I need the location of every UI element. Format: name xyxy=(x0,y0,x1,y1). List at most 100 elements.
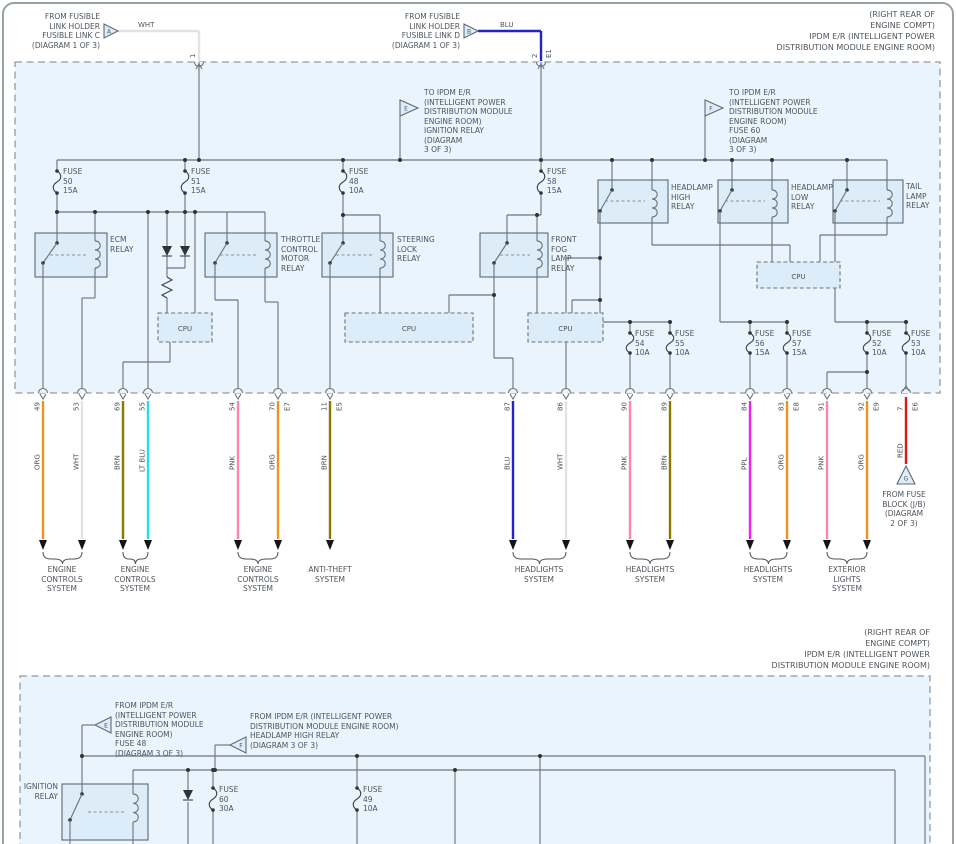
wire-color-label-wht: WHT xyxy=(138,21,155,29)
triangle-letter-f: F xyxy=(709,106,713,113)
pin-1-label: 1 xyxy=(189,54,197,58)
wire-color-label-blu: BLU xyxy=(500,21,513,29)
ref-ignition-label: TO IPDM E/R (INTELLIGENT POWER DISTRIBUT… xyxy=(424,88,513,154)
svg-text:WHT: WHT xyxy=(557,453,565,470)
relay-tail-label: TAIL LAMP RELAY xyxy=(906,182,930,210)
svg-text:BLU: BLU xyxy=(504,457,512,470)
system-label-5: HEADLIGHTS SYSTEM xyxy=(514,565,564,584)
triangle-letter-e2: E xyxy=(104,723,108,730)
connector-exits xyxy=(37,384,912,565)
fuse-56-label: FUSE 56 15A xyxy=(755,329,775,357)
svg-text:E8: E8 xyxy=(793,402,801,411)
fuse-50-label: FUSE 50 15A xyxy=(63,167,83,195)
cpu-label-3: CPU xyxy=(558,325,572,333)
fuse-55-label: FUSE 55 10A xyxy=(675,329,695,357)
svg-text:7: 7 xyxy=(897,407,905,411)
svg-text:89: 89 xyxy=(661,402,669,411)
fuse-51-label: FUSE 51 15A xyxy=(191,167,211,195)
fuse-57-label: FUSE 57 15A xyxy=(792,329,812,357)
svg-text:54: 54 xyxy=(229,402,237,411)
svg-text:RED: RED xyxy=(897,443,905,458)
system-label-4: ANTI-THEFT SYSTEM xyxy=(308,565,352,584)
relay-headlamp-high xyxy=(597,179,669,224)
pin-2-label: 2 xyxy=(531,54,539,58)
svg-text:E6: E6 xyxy=(912,402,920,411)
system-label-8: EXTERIOR LIGHTS SYSTEM xyxy=(828,565,866,593)
source-a-label: FROM FUSIBLE LINK HOLDER FUSIBLE LINK C … xyxy=(31,12,100,50)
relay-ecm xyxy=(34,232,108,278)
svg-text:90: 90 xyxy=(621,402,629,411)
svg-text:11: 11 xyxy=(321,402,329,411)
fuse-53-label: FUSE 53 10A xyxy=(911,329,931,357)
ref-fuse60-label: TO IPDM E/R (INTELLIGENT POWER DISTRIBUT… xyxy=(729,88,818,154)
cpu-label-1: CPU xyxy=(178,325,192,333)
svg-text:49: 49 xyxy=(34,402,42,411)
svg-text:WHT: WHT xyxy=(73,453,81,470)
relay-throttle xyxy=(204,232,278,278)
svg-text:BRN: BRN xyxy=(114,455,122,470)
relay-fog-label: FRONT FOG LAMP RELAY xyxy=(551,235,577,273)
relay-hl-low-label: HEADLAMP LOW RELAY xyxy=(791,183,833,211)
svg-text:70: 70 xyxy=(269,402,277,411)
fuse-49-label: FUSE 49 10A xyxy=(363,785,383,813)
system-label-6: HEADLIGHTS SYSTEM xyxy=(625,565,675,584)
svg-text:53: 53 xyxy=(73,402,81,411)
module1-header: (RIGHT REAR OF ENGINE COMPT) IPDM E/R (I… xyxy=(776,10,935,52)
svg-text:92: 92 xyxy=(858,402,866,411)
svg-text:87: 87 xyxy=(504,402,512,411)
svg-text:E9: E9 xyxy=(873,402,881,411)
relay-ecm-label: ECM RELAY xyxy=(110,235,134,254)
svg-text:BRN: BRN xyxy=(321,455,329,470)
svg-text:ORG: ORG xyxy=(34,454,42,470)
svg-text:91: 91 xyxy=(818,402,826,411)
feed-wire-wht xyxy=(118,29,201,61)
relay-fog xyxy=(479,232,549,278)
relay-hl-high-label: HEADLAMP HIGH RELAY xyxy=(671,183,713,211)
ref-hl-high-label: FROM IPDM E/R (INTELLIGENT POWER DISTRIB… xyxy=(250,712,399,750)
relay-ignition-label: IGNITION RELAY xyxy=(23,782,58,801)
svg-text:PPL: PPL xyxy=(741,458,749,470)
cpu-label-2: CPU xyxy=(402,325,416,333)
svg-text:E7: E7 xyxy=(284,402,292,411)
svg-text:E5: E5 xyxy=(336,402,344,411)
svg-text:PNK: PNK xyxy=(621,456,629,470)
source-b-label: FROM FUSIBLE LINK HOLDER FUSIBLE LINK D … xyxy=(391,12,460,50)
fuse-54-label: FUSE 54 10A xyxy=(635,329,655,357)
cpu-label-4: CPU xyxy=(791,273,805,281)
system-label-2: ENGINE CONTROLS SYSTEM xyxy=(114,565,156,593)
system-label-3: ENGINE CONTROLS SYSTEM xyxy=(237,565,279,593)
wiring-diagram-page: A B WHT BLU 1 2 E1 CPU CPU CPU CPU E F 4… xyxy=(0,0,956,844)
svg-text:ORG: ORG xyxy=(858,454,866,470)
triangle-letter-e: E xyxy=(404,106,408,113)
svg-text:PNK: PNK xyxy=(818,456,826,470)
triangle-letter-g: G xyxy=(904,476,909,483)
system-label-1: ENGINE CONTROLS SYSTEM xyxy=(41,565,83,593)
relay-tail xyxy=(832,179,904,224)
svg-text:55: 55 xyxy=(139,402,147,411)
ref-fuse48-label: FROM IPDM E/R (INTELLIGENT POWER DISTRIB… xyxy=(115,701,204,758)
svg-text:BRN: BRN xyxy=(661,455,669,470)
relay-headlamp-low xyxy=(717,179,789,224)
relay-steering-label: STEERING LOCK RELAY xyxy=(397,235,435,263)
svg-text:84: 84 xyxy=(741,402,749,411)
svg-text:ORG: ORG xyxy=(778,454,786,470)
svg-text:ORG: ORG xyxy=(269,454,277,470)
fuse-60-label: FUSE 60 30A xyxy=(219,785,239,813)
relay-throttle-label: THROTTLE CONTROL MOTOR RELAY xyxy=(281,235,321,273)
wire-color-labels: ORG WHT BRN LT BLU PNK ORG BRN BLU WHT P… xyxy=(34,443,905,472)
svg-text:86: 86 xyxy=(557,402,565,411)
fuse-48-label: FUSE 48 10A xyxy=(349,167,369,195)
triangle-letter-f2: F xyxy=(239,743,243,750)
source-g-label: FROM FUSE BLOCK (J/B) (DIAGRAM 2 OF 3) xyxy=(882,490,926,528)
fuse-52-label: FUSE 52 10A xyxy=(872,329,892,357)
fuse-58-label: FUSE 58 15A xyxy=(547,167,567,195)
system-label-7: HEADLIGHTS SYSTEM xyxy=(743,565,793,584)
connector-e1-label: E1 xyxy=(545,49,553,58)
svg-text:LT BLU: LT BLU xyxy=(139,449,147,472)
svg-text:69: 69 xyxy=(114,402,122,411)
svg-text:PNK: PNK xyxy=(229,456,237,470)
triangle-letter-b: B xyxy=(467,29,471,36)
relay-ignition xyxy=(61,783,149,844)
module2-header: (RIGHT REAR OF ENGINE COMPT) IPDM E/R (I… xyxy=(771,628,930,670)
svg-text:83: 83 xyxy=(778,402,786,411)
